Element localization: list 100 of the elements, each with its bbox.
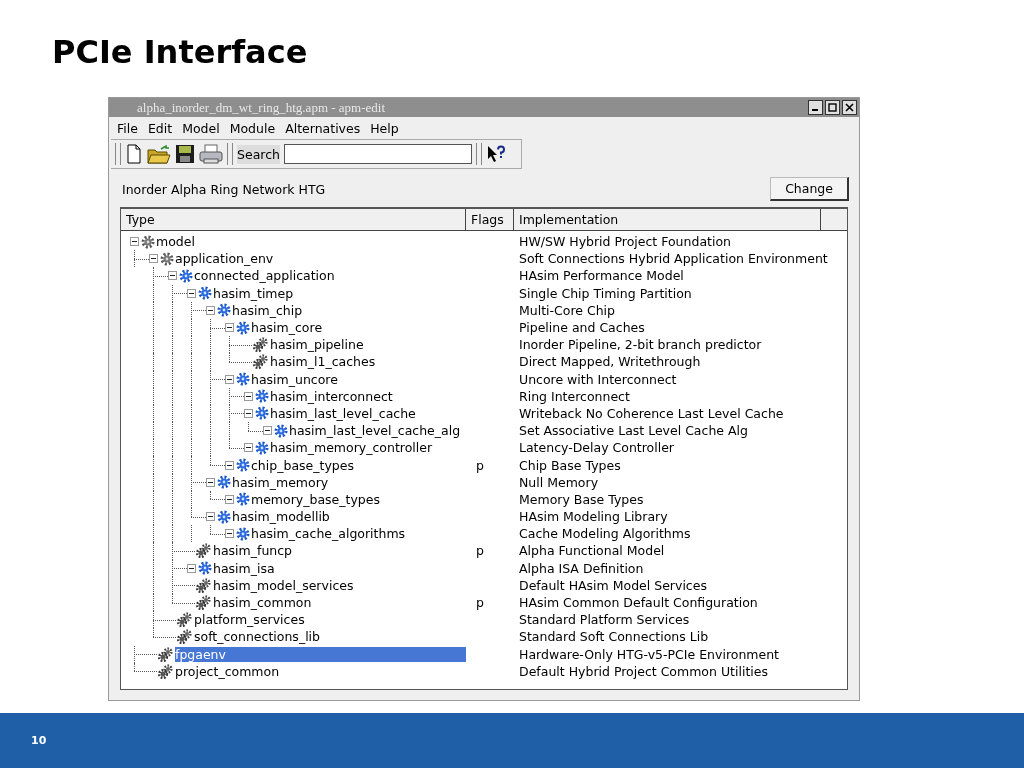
menu-item[interactable]: Module bbox=[229, 120, 276, 136]
menu-item[interactable]: Alternatives bbox=[285, 120, 361, 136]
flags-cell: p bbox=[476, 457, 484, 473]
tree-item[interactable]: hasim_last_level_cache bbox=[270, 405, 418, 421]
gear-icon bbox=[217, 509, 231, 524]
column-header[interactable]: Flags bbox=[466, 209, 514, 231]
model-name: Inorder Alpha Ring Network HTG bbox=[122, 181, 326, 197]
gear-icon bbox=[236, 458, 250, 473]
gear-icon bbox=[274, 423, 288, 438]
gear-icon bbox=[217, 303, 231, 318]
close-button[interactable] bbox=[842, 100, 857, 115]
collapse-toggle[interactable] bbox=[262, 426, 272, 436]
tree-item[interactable]: platform_services bbox=[194, 612, 307, 628]
tree-item[interactable]: hasim_last_level_cache_alg bbox=[289, 423, 463, 439]
tree-item[interactable]: project_common bbox=[175, 663, 282, 679]
maximize-icon bbox=[828, 103, 837, 112]
collapse-toggle[interactable] bbox=[243, 443, 253, 453]
collapse-toggle[interactable] bbox=[243, 391, 253, 401]
collapse-toggle[interactable] bbox=[186, 563, 196, 573]
gear-icon bbox=[141, 234, 155, 249]
gear-icon bbox=[236, 372, 250, 387]
implementation-cell-text: Alpha ISA Definition bbox=[518, 560, 644, 576]
tree-item[interactable]: hasim_cache_algorithms bbox=[251, 526, 408, 542]
menu-item[interactable]: Help bbox=[370, 120, 399, 136]
implementation-cell-text: Soft Connections Hybrid Application Environment bbox=[518, 251, 828, 267]
implementation-cell-text: Multi-Core Chip bbox=[518, 302, 616, 318]
page-number: 10 bbox=[30, 734, 47, 747]
implementation-cell-text: Chip Base Types bbox=[518, 457, 621, 473]
close-icon bbox=[845, 103, 854, 112]
tree-item[interactable]: hasim_memory bbox=[232, 474, 331, 490]
menu-item[interactable]: Model bbox=[182, 120, 220, 136]
tree-item[interactable]: fpgaenv bbox=[175, 646, 466, 662]
tree-item[interactable]: connected_application bbox=[194, 268, 337, 284]
change-button[interactable]: Change bbox=[770, 177, 849, 201]
collapse-toggle[interactable] bbox=[224, 460, 234, 470]
menu-item[interactable]: Edit bbox=[147, 120, 173, 136]
tree-item[interactable]: chip_base_types bbox=[251, 457, 356, 473]
collapse-toggle[interactable] bbox=[186, 288, 196, 298]
tree-item[interactable]: hasim_core bbox=[251, 320, 325, 336]
collapse-toggle[interactable] bbox=[243, 408, 253, 418]
implementation-cell-text: Standard Soft Connections Lib bbox=[518, 629, 709, 645]
tree-item[interactable]: memory_base_types bbox=[251, 491, 382, 507]
implementation-cell-text: HAsim Common Default Configuration bbox=[518, 595, 758, 611]
tree-item[interactable]: hasim_uncore bbox=[251, 371, 340, 387]
tree-item[interactable]: hasim_isa bbox=[213, 560, 277, 576]
implementation-cell-text: Hardware-Only HTG-v5-PCIe Environment bbox=[518, 646, 779, 662]
gear-icon bbox=[236, 492, 250, 507]
gear-icon bbox=[255, 440, 269, 455]
implementation-cell-text: Memory Base Types bbox=[518, 491, 644, 507]
tree-item[interactable]: hasim_model_services bbox=[213, 577, 356, 593]
tree-item[interactable]: hasim_common bbox=[213, 595, 314, 611]
collapse-toggle[interactable] bbox=[205, 512, 215, 522]
collapse-toggle[interactable] bbox=[205, 477, 215, 487]
gear-icon bbox=[160, 251, 174, 266]
new-document-icon[interactable] bbox=[125, 144, 143, 164]
implementation-cell-text: Set Associative Last Level Cache Alg bbox=[518, 423, 748, 439]
implementation-cell-text: HW/SW Hybrid Project Foundation bbox=[518, 234, 731, 250]
gear-icon bbox=[179, 268, 193, 283]
implementation-cell-text: HAsim Performance Model bbox=[518, 268, 684, 284]
tree-item[interactable]: application_env bbox=[175, 251, 276, 267]
tree-item[interactable]: hasim_pipeline bbox=[270, 337, 366, 353]
tree-item[interactable]: hasim_interconnect bbox=[270, 388, 395, 404]
implementation-cell-text: Default HAsim Model Services bbox=[518, 577, 707, 593]
tree-item[interactable]: hasim_l1_caches bbox=[270, 354, 378, 370]
implementation-cell-text: HAsim Modeling Library bbox=[518, 509, 668, 525]
collapse-toggle[interactable] bbox=[224, 374, 234, 384]
implementation-cell-text: Null Memory bbox=[518, 474, 599, 490]
implementation-cell-text: Default Hybrid Project Common Utilities bbox=[518, 663, 768, 679]
column-header[interactable]: Implementation bbox=[514, 209, 821, 231]
collapse-toggle[interactable] bbox=[224, 323, 234, 333]
collapse-toggle[interactable] bbox=[205, 305, 215, 315]
folder-icon[interactable] bbox=[147, 144, 171, 164]
gear-icon bbox=[198, 561, 212, 576]
collapse-toggle[interactable] bbox=[224, 494, 234, 504]
implementation-cell-text: Uncore with Interconnect bbox=[518, 371, 677, 387]
search-field[interactable] bbox=[283, 144, 472, 164]
implementation-cell-text: Pipeline and Caches bbox=[518, 320, 645, 336]
collapse-toggle[interactable] bbox=[224, 529, 234, 539]
tree-item[interactable]: hasim_chip bbox=[232, 302, 305, 318]
collapse-toggle[interactable] bbox=[167, 271, 177, 281]
minimize-button[interactable] bbox=[808, 100, 823, 115]
gear-icon bbox=[217, 475, 231, 490]
tree-item[interactable]: hasim_funcp bbox=[213, 543, 295, 559]
tree-item[interactable]: hasim_timep bbox=[213, 285, 296, 301]
maximize-button[interactable] bbox=[825, 100, 840, 115]
implementation-cell-text: Cache Modeling Algorithms bbox=[518, 526, 691, 542]
tree-item[interactable]: hasim_modellib bbox=[232, 509, 332, 525]
collapse-toggle[interactable] bbox=[148, 254, 158, 264]
whats-this-help-icon[interactable] bbox=[485, 144, 506, 164]
menu-item[interactable]: File bbox=[117, 120, 138, 136]
tree-item[interactable]: hasim_memory_controller bbox=[270, 440, 435, 456]
tree-item[interactable]: soft_connections_lib bbox=[194, 629, 322, 645]
implementation-cell-text: Standard Platform Services bbox=[518, 612, 690, 628]
collapse-toggle[interactable] bbox=[129, 237, 139, 247]
gear-icon bbox=[255, 406, 269, 421]
printer-icon[interactable] bbox=[199, 144, 223, 164]
implementation-cell-text: Writeback No Coherence Last Level Cache bbox=[518, 405, 784, 421]
implementation-cell-text: Alpha Functional Model bbox=[518, 543, 665, 559]
column-header[interactable]: Type bbox=[121, 209, 466, 231]
flags-cell: p bbox=[476, 543, 484, 559]
